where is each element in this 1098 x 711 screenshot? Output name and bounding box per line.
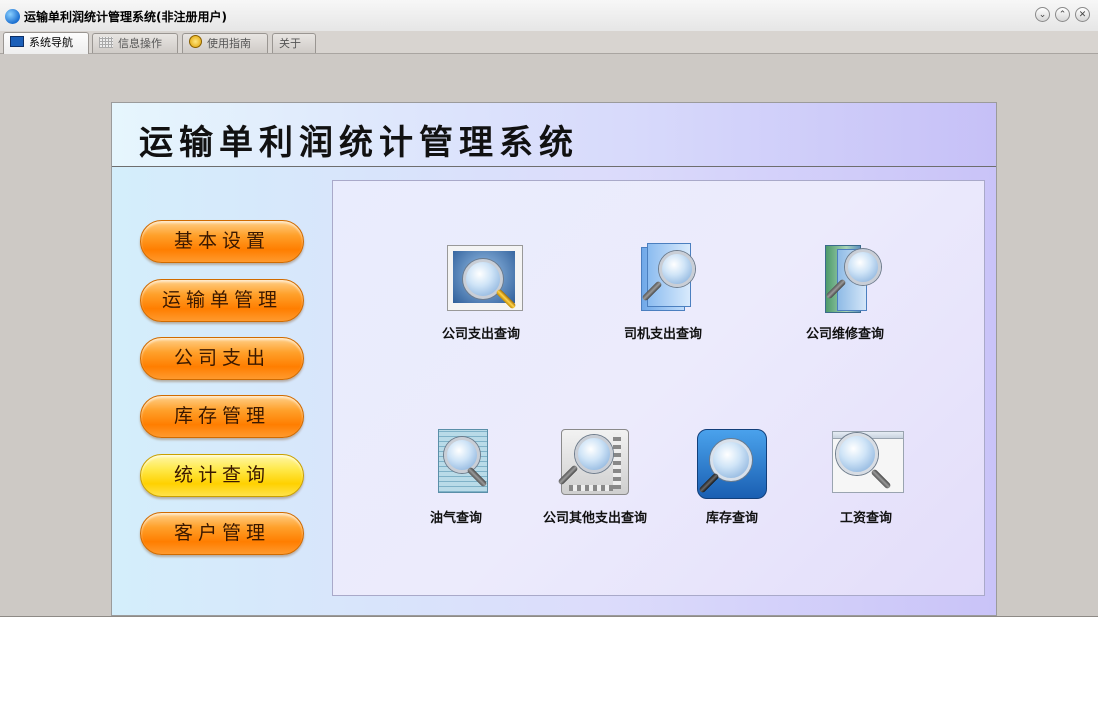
query-content-area: 公司支出查询 司机支出查询 公司维修查询 油气查询 公司其他支出查询 库存查询 … bbox=[332, 180, 985, 596]
maximize-button[interactable]: ⌃ bbox=[1055, 7, 1070, 22]
tab-system-navigation[interactable]: 系统导航 bbox=[3, 32, 89, 54]
panel-header: 运输单利润统计管理系统 bbox=[112, 103, 996, 167]
inventory-query[interactable]: 库存查询 bbox=[667, 427, 797, 526]
app-window: 运输单利润统计管理系统(非注册用户) ⌄ ⌃ ✕ 系统导航 信息操作 使用指南 … bbox=[0, 0, 1098, 617]
inventory-management-button[interactable]: 库存管理 bbox=[140, 395, 304, 438]
close-button[interactable]: ✕ bbox=[1075, 7, 1090, 22]
grid-icon bbox=[99, 37, 113, 48]
help-icon bbox=[189, 35, 202, 48]
window-search-icon bbox=[826, 427, 906, 501]
app-logo-icon bbox=[5, 9, 20, 24]
company-expense-button[interactable]: 公司支出 bbox=[140, 337, 304, 380]
feature-label: 公司维修查询 bbox=[805, 327, 884, 342]
feature-label: 司机支出查询 bbox=[623, 327, 702, 342]
tab-about[interactable]: 关于 bbox=[272, 33, 316, 53]
statistics-query-button[interactable]: 统计查询 bbox=[140, 454, 304, 497]
window-title: 运输单利润统计管理系统(非注册用户) bbox=[24, 10, 227, 24]
feature-label: 库存查询 bbox=[705, 511, 758, 526]
feature-label: 工资查询 bbox=[839, 511, 892, 526]
monitor-icon bbox=[10, 36, 24, 47]
minimize-button[interactable]: ⌄ bbox=[1035, 7, 1050, 22]
waybill-management-button[interactable]: 运输单管理 bbox=[140, 279, 304, 322]
film-search-icon bbox=[555, 427, 635, 501]
system-title: 运输单利润统计管理系统 bbox=[139, 123, 579, 163]
company-expense-query[interactable]: 公司支出查询 bbox=[416, 243, 546, 342]
feature-label: 公司其他支出查询 bbox=[542, 511, 647, 526]
basic-settings-button[interactable]: 基本设置 bbox=[140, 220, 304, 263]
folder-search-icon bbox=[805, 243, 885, 317]
tab-user-guide[interactable]: 使用指南 bbox=[182, 33, 268, 53]
driver-expense-query[interactable]: 司机支出查询 bbox=[598, 243, 728, 342]
feature-label: 公司支出查询 bbox=[441, 327, 520, 342]
search-icon bbox=[692, 427, 772, 501]
company-repair-query[interactable]: 公司维修查询 bbox=[780, 243, 910, 342]
tab-label: 信息操作 bbox=[118, 37, 162, 50]
company-other-expense-query[interactable]: 公司其他支出查询 bbox=[530, 427, 660, 526]
tab-bar: 系统导航 信息操作 使用指南 关于 bbox=[0, 31, 1098, 54]
fuel-gas-query[interactable]: 油气查询 bbox=[391, 427, 521, 526]
tab-info-operation[interactable]: 信息操作 bbox=[92, 33, 178, 53]
document-search-icon bbox=[416, 427, 496, 501]
documents-search-icon bbox=[623, 243, 703, 317]
feature-label: 油气查询 bbox=[429, 511, 482, 526]
title-bar: 运输单利润统计管理系统(非注册用户) ⌄ ⌃ ✕ bbox=[0, 0, 1098, 32]
customer-management-button[interactable]: 客户管理 bbox=[140, 512, 304, 555]
tab-label: 使用指南 bbox=[207, 37, 251, 50]
photo-search-icon bbox=[441, 243, 523, 317]
tab-label: 系统导航 bbox=[29, 36, 73, 49]
navigation-panel: 运输单利润统计管理系统 基本设置 运输单管理 公司支出 库存管理 统计查询 客户… bbox=[111, 102, 997, 616]
salary-query[interactable]: 工资查询 bbox=[801, 427, 931, 526]
tab-label: 关于 bbox=[279, 37, 301, 50]
